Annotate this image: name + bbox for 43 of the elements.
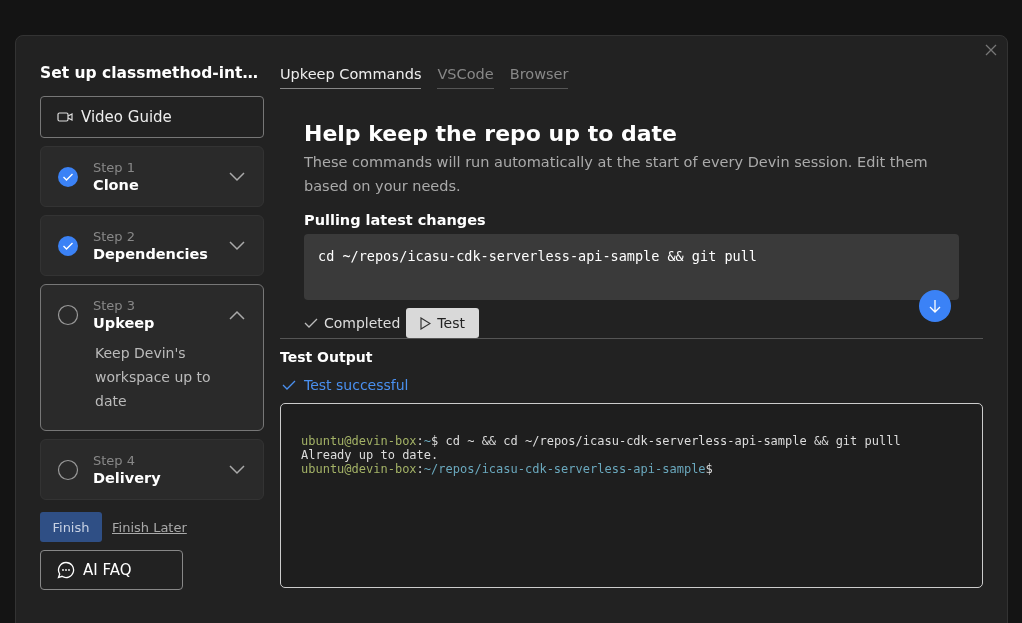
section-heading: Help keep the repo up to date: [304, 121, 678, 146]
check-icon: [304, 318, 318, 328]
step-card[interactable]: Step 1 Clone: [40, 146, 264, 207]
command-label: Pulling latest changes: [304, 212, 487, 228]
chevron-up-icon: [229, 309, 245, 320]
step-number: Step 4: [93, 453, 136, 468]
step-card[interactable]: Step 3 Upkeep Keep Devin's workspace up to date: [40, 284, 264, 431]
terminal-line: Already up to date.: [301, 448, 440, 462]
check-icon: [282, 380, 296, 390]
step-number: Step 2: [93, 229, 136, 244]
step-card[interactable]: Step 2 Dependencies: [40, 215, 264, 276]
video-camera-icon: [57, 111, 73, 123]
ai-faq-button[interactable]: AI FAQ: [40, 550, 183, 590]
test-button[interactable]: Test: [406, 308, 479, 338]
chevron-down-icon: [229, 171, 245, 182]
section-description: These commands will run automatically at the start of every Devin session. Edit them based on your needs.: [304, 153, 929, 196]
setup-title: Set up classmethod-int…: [40, 64, 259, 82]
step-title: Dependencies: [93, 246, 209, 262]
play-icon: [420, 316, 432, 330]
output-label: Test Output: [280, 349, 374, 365]
video-guide-button[interactable]: Video Guide: [40, 96, 264, 138]
tab[interactable]: VSCode: [437, 64, 494, 89]
scroll-down-button-icon[interactable]: [919, 290, 951, 322]
chevron-down-icon: [229, 240, 245, 251]
test-status: Test successful: [304, 377, 409, 393]
completed-status: Completed: [324, 315, 401, 331]
step-title: Upkeep: [93, 315, 156, 331]
step-title: Delivery: [93, 470, 162, 486]
step-number: Step 3: [93, 298, 136, 313]
step-title: Clone: [93, 177, 140, 193]
finish-later-link[interactable]: Finish Later: [112, 519, 187, 535]
tab[interactable]: Upkeep Commands: [280, 64, 422, 89]
terminal-line: ubuntu@devin-box:~$ cd ~ && cd ~/repos/icasu-cdk-serverless-api-sample && git pulll: [301, 434, 902, 448]
step-card[interactable]: Step 4 Delivery: [40, 439, 264, 500]
step-description: Keep Devin's workspace up to date: [95, 344, 212, 411]
command-field[interactable]: cd ~/repos/icasu-cdk-serverless-api-sample && git pull: [304, 234, 959, 300]
chat-bubble-icon: [57, 561, 75, 579]
close-icon[interactable]: [985, 44, 997, 56]
chevron-down-icon: [229, 464, 245, 475]
finish-button[interactable]: Finish: [40, 512, 102, 542]
terminal-line: ubuntu@devin-box:~/repos/icasu-cdk-serverless-api-sample$: [301, 462, 714, 476]
tab[interactable]: Browser: [509, 64, 569, 89]
step-number: Step 1: [93, 160, 136, 175]
